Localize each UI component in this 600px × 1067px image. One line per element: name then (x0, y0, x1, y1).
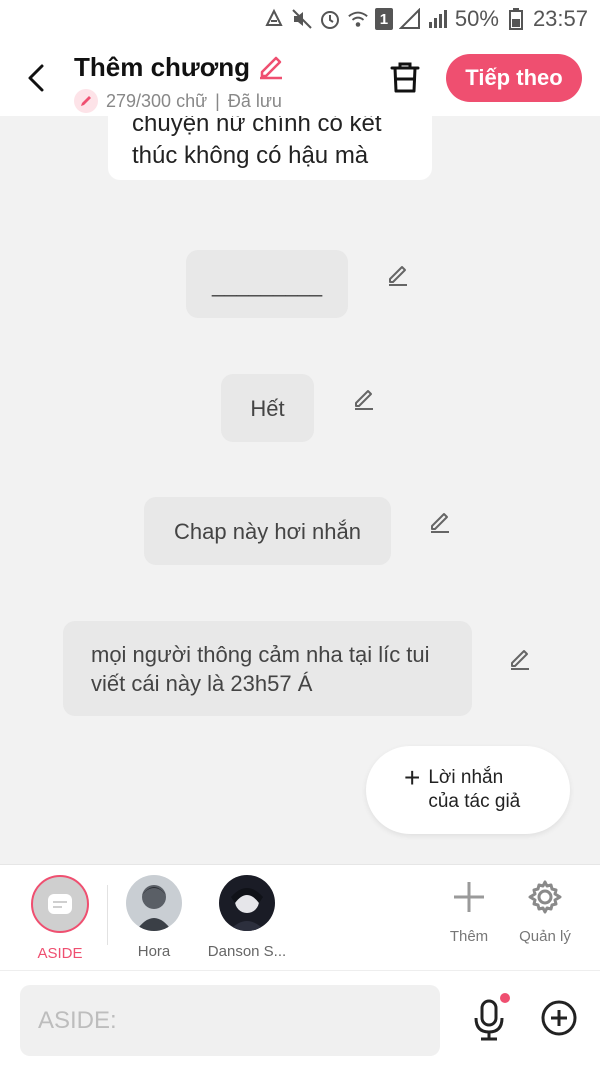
character-hora[interactable]: Hora (109, 875, 199, 960)
author-note-label: của tác giả (428, 791, 521, 812)
character-bar: ASIDE Hora Danson S... Thêm Quản lý (0, 864, 600, 970)
page-title: Thêm chương (74, 52, 250, 82)
aside-avatar (31, 875, 89, 933)
divider (107, 885, 108, 945)
plus-circle-icon (541, 1000, 577, 1036)
character-name: Danson S... (207, 943, 287, 960)
edit-message-icon[interactable] (426, 507, 454, 535)
edit-message-icon[interactable] (350, 384, 378, 412)
battery-icon (505, 8, 527, 30)
plus-icon: + (404, 762, 421, 793)
message-input[interactable] (20, 985, 440, 1056)
plus-icon (454, 882, 484, 912)
notification-dot (500, 993, 510, 1003)
character-name: Hora (137, 943, 171, 960)
header: Thêm chương 279/300 chữ | Đã lưu Tiếp th… (0, 44, 600, 116)
wifi-icon (347, 8, 369, 30)
delete-button[interactable] (386, 58, 424, 96)
message-bubble[interactable]: Chap này hơi nhắn (144, 497, 391, 565)
status-icons: 1 50% 23:57 (263, 6, 588, 32)
message-text: mọi người thông cảm nha tại líc tui viết… (91, 642, 430, 696)
add-label: Thêm (449, 928, 489, 945)
avatar (219, 875, 275, 931)
character-danson[interactable]: Danson S... (202, 875, 292, 960)
input-bar (0, 970, 600, 1067)
author-note-label: Lời nhắn (428, 767, 504, 788)
separator: | (215, 90, 220, 111)
message-bubble[interactable]: chuyện nữ chính có kết thúc không có hậu… (108, 116, 432, 180)
manage-characters-button[interactable]: Quản lý (510, 879, 580, 945)
message-text: Hết (250, 395, 285, 421)
chevron-left-icon (28, 64, 44, 92)
message-bubble[interactable]: Hết (221, 374, 314, 442)
status-bar: 1 50% 23:57 (0, 0, 600, 44)
add-author-note-button[interactable]: + Lời nhắn của tác giả (366, 746, 570, 834)
signal-icon (398, 8, 421, 30)
sim-1-icon: 1 (374, 8, 393, 30)
save-status: Đã lưu (227, 90, 282, 111)
clock: 23:57 (532, 6, 588, 31)
recycle-icon (263, 8, 285, 30)
character-name: ASIDE (37, 945, 83, 962)
edit-message-icon[interactable] (384, 260, 412, 288)
message-text: _________ (211, 271, 323, 297)
pencil-badge-icon (74, 89, 98, 113)
alarm-icon (319, 8, 341, 30)
next-button[interactable]: Tiếp theo (446, 54, 582, 102)
gear-icon (528, 880, 562, 914)
microphone-icon (474, 999, 504, 1041)
voice-input-button[interactable] (468, 993, 510, 1045)
manage-label: Quản lý (519, 928, 571, 945)
message-bubble[interactable]: mọi người thông cảm nha tại líc tui viết… (63, 621, 472, 716)
chat-area[interactable]: chuyện nữ chính có kết thúc không có hậu… (0, 116, 600, 864)
attach-button[interactable] (538, 997, 580, 1039)
battery-percent: 50% (454, 6, 499, 31)
character-aside[interactable]: ASIDE (15, 875, 105, 962)
edit-message-icon[interactable] (506, 644, 534, 672)
word-count: 279/300 chữ (106, 90, 208, 111)
sim-label: 1 (379, 10, 389, 28)
title-area: Thêm chương 279/300 chữ | Đã lưu (74, 50, 286, 113)
edit-title-icon[interactable] (256, 50, 286, 85)
avatar (126, 875, 182, 931)
message-bubble[interactable]: _________ (186, 250, 348, 318)
signal-icon (427, 8, 449, 30)
mute-icon (291, 8, 313, 30)
add-character-button[interactable]: Thêm (434, 879, 504, 945)
trash-icon (390, 62, 420, 93)
message-text: chuyện nữ chính có kết thúc không có hậu… (132, 116, 382, 169)
message-text: Chap này hơi nhắn (174, 518, 361, 544)
back-button[interactable] (18, 60, 54, 96)
aside-chat-icon (48, 894, 72, 914)
